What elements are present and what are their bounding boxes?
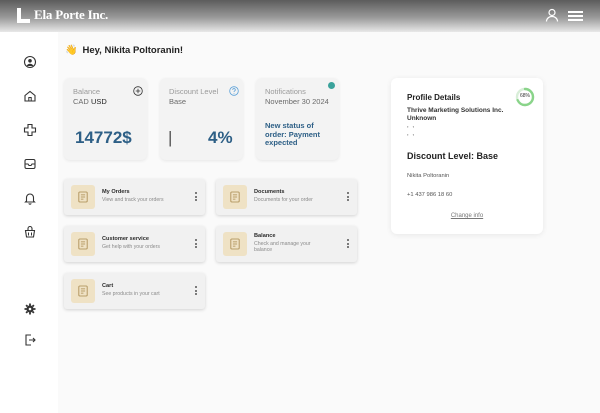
notification-date: November 30 2024: [265, 97, 329, 106]
document-icon: [223, 185, 247, 209]
tile-description: See products in your cart: [102, 291, 160, 297]
profile-progress-label: 68%: [519, 93, 530, 99]
tile-balance[interactable]: Balance Check and manage your balance: [216, 226, 357, 262]
currency-usd[interactable]: USD: [91, 97, 107, 106]
more-vertical-icon[interactable]: [347, 239, 350, 249]
user-icon[interactable]: [545, 8, 559, 22]
discount-percent: 4%: [208, 128, 233, 147]
notification-message[interactable]: New status of order: Payment expected: [265, 121, 335, 148]
greeting: 👋 Hey, Nikita Poltoranin!: [65, 45, 183, 56]
tile-documents[interactable]: Documents Documents for your order: [216, 179, 357, 215]
tile-cart[interactable]: Cart See products in your cart: [64, 273, 205, 309]
sidebar: [0, 32, 58, 413]
plus-circle-icon[interactable]: [133, 83, 143, 96]
logout-icon[interactable]: [23, 333, 37, 347]
discount-level-heading: Discount Level: Base: [407, 151, 499, 161]
profile-name: Nikita Poltoranin: [407, 173, 450, 179]
profile-placeholder-1: , ,: [407, 123, 416, 129]
tile-my-orders[interactable]: My Orders View and track your orders: [64, 179, 205, 215]
tile-description: Documents for your order: [254, 197, 313, 203]
document-icon: [223, 232, 247, 256]
greeting-text: Hey, Nikita Poltoranin!: [82, 45, 184, 56]
document-icon: [71, 279, 95, 303]
main-content: 👋 Hey, Nikita Poltoranin! Balance CAD US…: [58, 32, 600, 413]
tile-title: Documents: [254, 189, 285, 195]
tile-description: Get help with your orders: [102, 244, 160, 250]
home-icon[interactable]: [23, 89, 37, 103]
document-icon: [71, 185, 95, 209]
logo-mark-icon: [17, 7, 30, 23]
hamburger-menu-icon[interactable]: [568, 11, 583, 21]
user-circle-icon[interactable]: [23, 55, 37, 69]
discount-level-value: Base: [169, 97, 187, 106]
profile-phone: +1 437 986 18 60: [407, 192, 453, 198]
profile-status: Unknown: [407, 115, 437, 122]
logo-text: Ela Porte Inc.: [34, 7, 109, 22]
waving-hand-icon: 👋: [65, 45, 78, 56]
currency-cad[interactable]: CAD: [73, 97, 89, 106]
more-vertical-icon[interactable]: [195, 239, 198, 249]
discount-label: Discount Level: [169, 87, 219, 96]
discount-card[interactable]: Discount Level Base | 4%: [160, 78, 243, 160]
document-icon: [71, 232, 95, 256]
more-vertical-icon[interactable]: [195, 286, 198, 296]
tile-title: Customer service: [102, 236, 149, 242]
balance-card[interactable]: Balance CAD USD 14772$: [64, 78, 147, 160]
profile-placeholder-2: , ,: [407, 131, 416, 137]
box-cross-icon[interactable]: [23, 123, 37, 137]
discount-bar: |: [168, 128, 173, 147]
logo[interactable]: Ela Porte Inc.: [17, 7, 108, 23]
tile-title: My Orders: [102, 189, 130, 195]
more-vertical-icon[interactable]: [347, 192, 350, 202]
basket-icon[interactable]: [23, 225, 37, 239]
tile-description: View and track your orders: [102, 197, 164, 203]
gear-icon[interactable]: [23, 302, 37, 316]
profile-details-card: Profile Details 68% Thrive Marketing Sol…: [391, 78, 543, 234]
notification-dot-icon: [328, 82, 335, 89]
balance-value: 14772$: [75, 128, 132, 147]
bell-icon[interactable]: [23, 191, 37, 205]
tile-title: Balance: [254, 233, 276, 239]
profile-title: Profile Details: [407, 93, 461, 102]
inbox-icon[interactable]: [23, 157, 37, 171]
notifications-label: Notifications: [265, 87, 306, 96]
question-circle-icon[interactable]: [229, 83, 239, 96]
top-header: Ela Porte Inc.: [0, 0, 600, 32]
more-vertical-icon[interactable]: [195, 192, 198, 202]
notifications-card[interactable]: Notifications November 30 2024 New statu…: [256, 78, 339, 160]
company-name: Thrive Marketing Solutions Inc.: [407, 107, 504, 114]
balance-label: Balance: [73, 87, 101, 96]
currency-selector[interactable]: CAD USD: [73, 97, 107, 106]
tile-customer-service[interactable]: Customer service Get help with your orde…: [64, 226, 205, 262]
change-info-link[interactable]: Change info: [391, 213, 543, 219]
tile-title: Cart: [102, 283, 114, 289]
tile-description: Check and manage your balance: [254, 241, 311, 254]
